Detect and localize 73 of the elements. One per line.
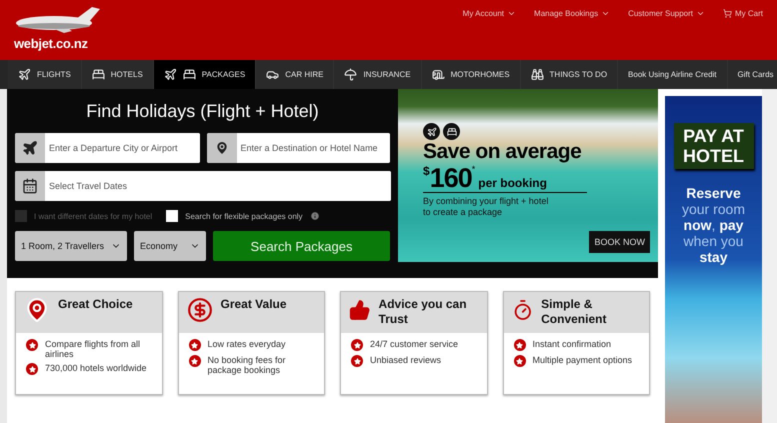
nav-tab[interactable]: Gift Cards [728, 60, 777, 89]
feature-title: Great Value [220, 297, 287, 312]
plane-icon [164, 68, 177, 81]
star-icon [26, 363, 38, 375]
feature-point: Instant confirmation [532, 339, 612, 351]
destination-field[interactable]: Enter a Destination or Hotel Name [206, 133, 390, 163]
caret-icon [601, 9, 610, 18]
nav-tab[interactable]: CAR HIRE [256, 60, 334, 89]
star-icon [514, 339, 526, 351]
search-button[interactable]: Search Packages [213, 231, 390, 261]
menu-link[interactable]: Manage Bookings [534, 9, 610, 18]
info-icon[interactable] [310, 211, 320, 221]
plane-icon [18, 68, 31, 81]
menu-link[interactable]: Customer Support [628, 9, 705, 18]
bed-icon [443, 123, 460, 140]
menu-link[interactable]: My Account [462, 9, 516, 18]
calendar-icon [22, 178, 38, 194]
checkbox-label: Search for flexible packages only [185, 212, 303, 220]
promo-headline: Save on average [423, 140, 582, 164]
ad-text: Reserve your room now, pay when you stay [680, 185, 746, 265]
price-amount: 160 [430, 164, 472, 192]
star-icon [514, 355, 526, 367]
star-icon [351, 355, 363, 367]
travellers-dropdown[interactable]: 1 Room, 2 Travellers [15, 231, 127, 261]
currency-sign: $ [423, 164, 430, 178]
star-icon [26, 339, 38, 351]
feature-point: Multiple payment options [532, 355, 632, 367]
stopwatch-icon [512, 297, 534, 323]
bed-icon [92, 68, 105, 81]
star-icon [188, 355, 200, 367]
footnote-mark: * [472, 164, 476, 174]
umbrella-icon [344, 68, 358, 81]
nav-tab[interactable]: INSURANCE [334, 60, 422, 89]
ad-badge: PAY AT HOTEL [674, 123, 754, 169]
nav-tab[interactable]: Book Using Airline Credit [618, 60, 728, 89]
dollar-icon [186, 297, 212, 323]
book-now-button[interactable]: BOOK NOW [589, 231, 650, 253]
binoculars-icon [530, 68, 544, 81]
caret-icon [507, 9, 516, 18]
feature-title: Simple & Convenient [541, 297, 608, 327]
price-unit: per booking [478, 176, 547, 190]
promo-text: By combining your flight + hotel to create a package [423, 196, 550, 218]
nav-tab[interactable]: FLIGHTS [8, 60, 82, 89]
departure-field[interactable]: Enter a Departure City or Airport [15, 133, 200, 163]
star-icon [351, 339, 363, 351]
feature-point: Low rates everyday [208, 339, 286, 351]
nav-tab[interactable]: THINGS TO DO [520, 60, 618, 89]
feature-point: Compare flights from all airlines [45, 339, 142, 359]
thumbs-up-icon [349, 297, 371, 323]
bed-icon [182, 68, 196, 81]
nav-tab[interactable]: PACKAGES [154, 60, 256, 89]
feature-point: 24/7 customer service [370, 339, 458, 351]
feature-point: 730,000 hotels worldwide [45, 363, 147, 375]
caravan-icon [432, 68, 445, 81]
feature-point: No booking fees for package bookings [208, 355, 287, 375]
star-icon [188, 339, 200, 351]
search-title: Find Holidays (Flight + Hotel) [85, 101, 320, 122]
logo-text[interactable]: webjet.co.nz [14, 36, 102, 51]
plane-icon [22, 140, 38, 156]
plane-icon [423, 123, 440, 140]
nav-tab[interactable]: HOTELS [82, 60, 154, 89]
caret-icon [696, 9, 705, 18]
feature-point: Unbiased reviews [370, 355, 442, 367]
checkbox-label: I want different dates for my hotel [34, 212, 152, 220]
feature-title: Advice you can Trust [378, 297, 468, 327]
cart-link[interactable]: My Cart [723, 9, 763, 18]
feature-title: Great Choice [58, 297, 133, 312]
checkbox[interactable] [166, 210, 178, 222]
cabin-dropdown[interactable]: Economy [134, 231, 206, 261]
cart-icon [723, 9, 732, 18]
dates-field[interactable]: Select Travel Dates [15, 171, 391, 201]
hotel-ad-banner[interactable]: PAY AT HOTEL Reserve your room now, pay when you stay [665, 96, 762, 423]
nav-tab[interactable]: MOTORHOMES [422, 60, 521, 89]
